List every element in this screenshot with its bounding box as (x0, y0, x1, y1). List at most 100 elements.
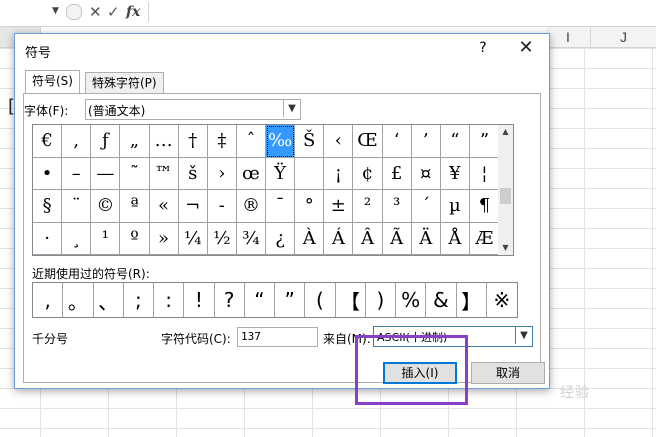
tab-symbols[interactable]: 符号(S) (25, 70, 80, 95)
chevron-down-icon[interactable]: ▼ (515, 327, 532, 344)
column-header-i[interactable]: I (546, 27, 591, 48)
symbol-cell[interactable]: ‘ (382, 125, 412, 158)
symbol-cell[interactable]: » (149, 222, 179, 255)
symbol-cell[interactable]: ™ (149, 157, 179, 190)
symbol-cell[interactable]: µ (440, 190, 470, 223)
formula-input[interactable] (148, 2, 656, 22)
recent-symbol-cell[interactable]: 。 (63, 283, 94, 317)
symbol-cell[interactable]: § (33, 190, 63, 223)
symbol-cell[interactable]: ¯ (266, 190, 296, 223)
scroll-up-icon[interactable]: ▲ (498, 125, 513, 139)
symbol-cell[interactable]: “ (440, 125, 470, 158)
symbol-cell[interactable]: « (149, 190, 179, 223)
chevron-down-icon[interactable]: ▼ (283, 100, 300, 117)
symbol-cell[interactable]: ¿ (266, 222, 296, 255)
symbol-cell[interactable]: , (62, 125, 92, 158)
enter-formula-icon[interactable]: ✓ (107, 3, 120, 21)
scroll-thumb[interactable] (500, 188, 511, 204)
name-box-dropdown-icon[interactable]: ▼ (52, 6, 59, 16)
symbol-cell[interactable]: ¼ (178, 222, 208, 255)
symbol-cell[interactable]: ¢ (353, 157, 383, 190)
symbol-cell[interactable]: ‡ (207, 125, 237, 158)
symbol-cell[interactable]: ¥ (440, 157, 470, 190)
symbol-cell[interactable]: – (62, 157, 92, 190)
font-select[interactable]: (普通文本) ▼ (85, 99, 301, 120)
recent-symbol-cell[interactable]: 】 (457, 283, 487, 317)
symbol-cell[interactable]: ˆ (236, 125, 266, 158)
symbol-cell[interactable]: € (33, 125, 63, 158)
symbol-cell[interactable]: ’ (411, 125, 441, 158)
tab-special-characters[interactable]: 特殊字符(P) (85, 72, 164, 94)
symbol-cell[interactable]: Â (353, 222, 383, 255)
symbol-cell[interactable]: ³ (382, 190, 412, 223)
insert-function-icon[interactable]: fx (126, 4, 140, 20)
symbol-cell[interactable]: · (33, 222, 63, 255)
symbol-cell[interactable]: ¶ (469, 190, 499, 223)
symbol-cell[interactable]: Æ (469, 223, 499, 255)
symbol-cell[interactable]: Á (324, 222, 354, 255)
symbol-cell[interactable]: Ä (411, 222, 441, 255)
symbol-cell[interactable]: ¬ (178, 190, 208, 223)
recent-symbol-cell[interactable]: ? (215, 283, 245, 317)
symbol-cell[interactable]: ½ (207, 222, 237, 255)
symbol-cell[interactable]: ‹ (324, 125, 354, 158)
scroll-down-icon[interactable]: ▼ (498, 241, 513, 255)
symbol-cell[interactable]: ‰ (266, 125, 296, 158)
symbol-cell[interactable]: £ (382, 157, 412, 190)
symbol-cell[interactable]: Ÿ (266, 157, 296, 190)
symbol-cell[interactable] (295, 157, 325, 190)
symbol-cell[interactable]: — (91, 157, 121, 190)
recent-symbol-cell[interactable]: : (154, 283, 185, 317)
recent-symbol-cell[interactable]: ; (124, 283, 154, 317)
symbol-cell[interactable]: ¤ (411, 157, 441, 190)
symbol-cell[interactable]: º (120, 222, 150, 255)
symbol-cell[interactable]: š (178, 157, 208, 190)
symbol-cell[interactable]: ± (324, 190, 354, 223)
symbol-cell[interactable]: ¹ (91, 222, 121, 255)
symbol-cell[interactable]: ƒ (91, 125, 121, 158)
symbol-cell[interactable]: Ã (382, 222, 412, 255)
symbol-cell[interactable]: • (33, 157, 63, 190)
recent-symbol-cell[interactable]: & (426, 283, 457, 317)
symbol-cell[interactable]: ª (120, 190, 150, 223)
symbol-cell[interactable]: › (207, 157, 237, 190)
recent-symbol-cell[interactable]: ! (184, 283, 215, 317)
recent-symbol-cell[interactable]: ” (275, 283, 306, 317)
symbol-grid-scrollbar[interactable]: ▲ ▼ (498, 124, 514, 256)
symbol-cell[interactable]: † (178, 125, 208, 158)
symbol-cell[interactable]: ¾ (236, 222, 266, 255)
symbol-cell[interactable]: Š (295, 125, 325, 158)
symbol-cell[interactable]: ¦ (469, 158, 499, 190)
recent-symbol-cell[interactable]: % (396, 283, 427, 317)
symbol-cell[interactable]: ® (236, 190, 266, 223)
symbol-cell[interactable]: © (91, 190, 121, 223)
recent-symbol-cell[interactable]: ) (366, 283, 396, 317)
symbol-cell[interactable]: ´ (411, 190, 441, 223)
cancel-button[interactable]: 取消 (471, 362, 545, 384)
symbol-cell[interactable]: - (207, 190, 237, 223)
recent-symbol-cell[interactable]: 、 (94, 283, 124, 317)
close-button[interactable]: ✕ (515, 37, 537, 58)
recent-symbol-cell[interactable]: ( (305, 283, 336, 317)
symbol-cell[interactable]: ² (353, 190, 383, 223)
symbol-cell[interactable]: ¡ (324, 157, 354, 190)
symbol-cell[interactable]: À (295, 222, 325, 255)
symbol-cell[interactable]: Å (440, 222, 470, 255)
character-code-input[interactable]: 137 (237, 327, 318, 347)
symbol-cell[interactable]: … (149, 125, 179, 158)
symbol-cell[interactable]: ” (469, 125, 499, 158)
symbol-cell[interactable]: ¨ (62, 190, 92, 223)
symbol-cell[interactable]: ˜ (120, 157, 150, 190)
recent-symbol-cell[interactable]: “ (245, 283, 275, 317)
symbol-cell[interactable]: Œ (353, 125, 383, 158)
symbol-cell[interactable]: „ (120, 125, 150, 158)
recent-symbol-cell[interactable]: 【 (336, 283, 366, 317)
symbol-cell[interactable]: œ (236, 157, 266, 190)
symbol-cell[interactable]: ° (295, 190, 325, 223)
help-button[interactable]: ? (473, 40, 493, 56)
column-header-j[interactable]: J (591, 27, 656, 48)
recent-symbol-cell[interactable]: , (33, 283, 64, 317)
symbol-cell[interactable]: ¸ (62, 222, 92, 255)
recent-symbol-cell[interactable]: ※ (487, 283, 517, 317)
cancel-formula-icon[interactable]: ✕ (89, 3, 102, 21)
